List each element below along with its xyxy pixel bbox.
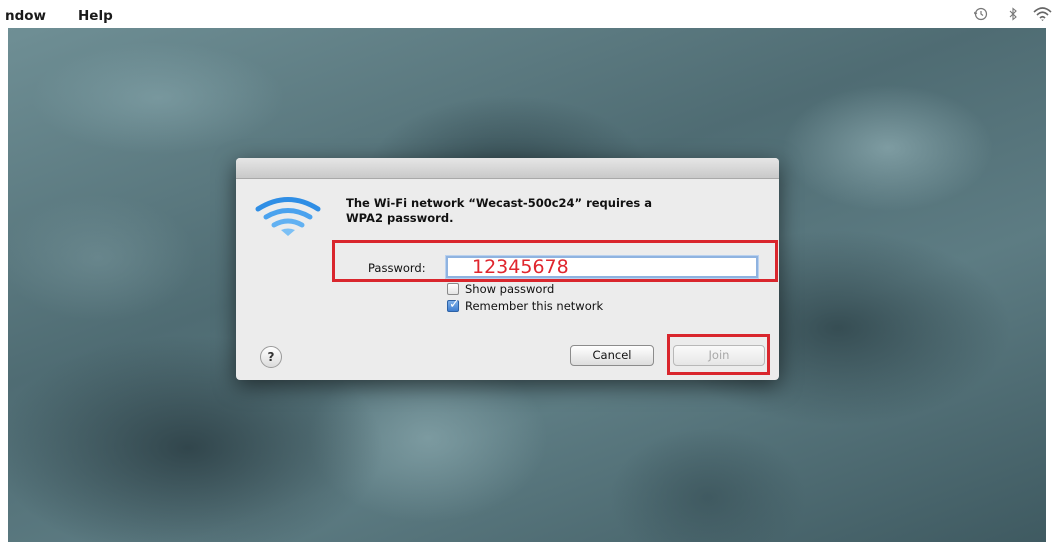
help-button[interactable]: ? bbox=[260, 346, 282, 368]
show-password-label: Show password bbox=[465, 282, 555, 296]
time-machine-icon[interactable] bbox=[973, 6, 988, 25]
password-label: Password: bbox=[368, 261, 426, 275]
dialog-titlebar[interactable] bbox=[236, 158, 779, 179]
bluetooth-icon[interactable] bbox=[1008, 6, 1018, 25]
cancel-button[interactable]: Cancel bbox=[570, 345, 654, 366]
wifi-status-icon[interactable] bbox=[1033, 6, 1052, 26]
menu-window[interactable]: ndow bbox=[5, 8, 46, 24]
checkmark-icon: ✓ bbox=[449, 297, 460, 312]
status-icons bbox=[952, 6, 1052, 26]
remember-network-label: Remember this network bbox=[465, 299, 604, 313]
menu-help[interactable]: Help bbox=[78, 8, 113, 24]
menu-bar: ndow Help bbox=[0, 0, 1052, 28]
remember-network-checkbox[interactable]: ✓ bbox=[447, 297, 460, 312]
dialog-message-line1: The Wi-Fi network “Wecast-500c24” requir… bbox=[346, 196, 652, 210]
wifi-icon bbox=[252, 194, 324, 242]
wifi-password-dialog: The Wi-Fi network “Wecast-500c24” requir… bbox=[236, 158, 779, 380]
password-input[interactable] bbox=[446, 256, 758, 278]
join-button[interactable]: Join bbox=[673, 345, 765, 366]
dialog-message-line2: WPA2 password. bbox=[346, 211, 454, 225]
dialog-message: The Wi-Fi network “Wecast-500c24” requir… bbox=[346, 196, 756, 226]
screen: ndow Help The Wi-Fi network “Wecast-500c… bbox=[0, 0, 1052, 542]
show-password-checkbox[interactable] bbox=[447, 283, 459, 295]
